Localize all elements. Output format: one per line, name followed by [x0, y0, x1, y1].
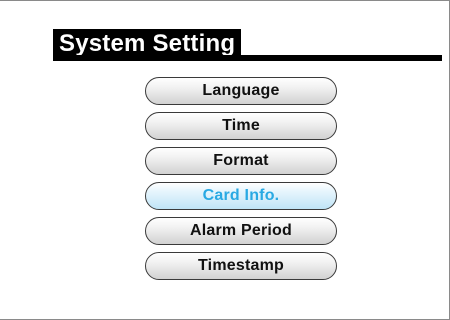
title-bar: System Setting: [53, 29, 242, 58]
menu-item-card-info[interactable]: Card Info.: [145, 182, 337, 210]
menu-item-label: Time: [222, 117, 260, 134]
title-underline: [53, 55, 442, 61]
settings-menu: Language Time Format Card Info. Alarm Pe…: [145, 77, 337, 287]
screen-top-border: [0, 0, 450, 1]
menu-item-timestamp[interactable]: Timestamp: [145, 252, 337, 280]
menu-item-label: Format: [213, 152, 269, 169]
menu-item-alarm-period[interactable]: Alarm Period: [145, 217, 337, 245]
menu-item-label: Card Info.: [202, 187, 280, 204]
menu-item-label: Language: [202, 82, 280, 99]
menu-item-language[interactable]: Language: [145, 77, 337, 105]
menu-item-time[interactable]: Time: [145, 112, 337, 140]
menu-item-label: Timestamp: [198, 257, 284, 274]
device-screen: System Setting Language Time Format Card…: [0, 0, 450, 320]
menu-item-format[interactable]: Format: [145, 147, 337, 175]
menu-item-label: Alarm Period: [190, 222, 292, 239]
page-title: System Setting: [53, 29, 242, 58]
